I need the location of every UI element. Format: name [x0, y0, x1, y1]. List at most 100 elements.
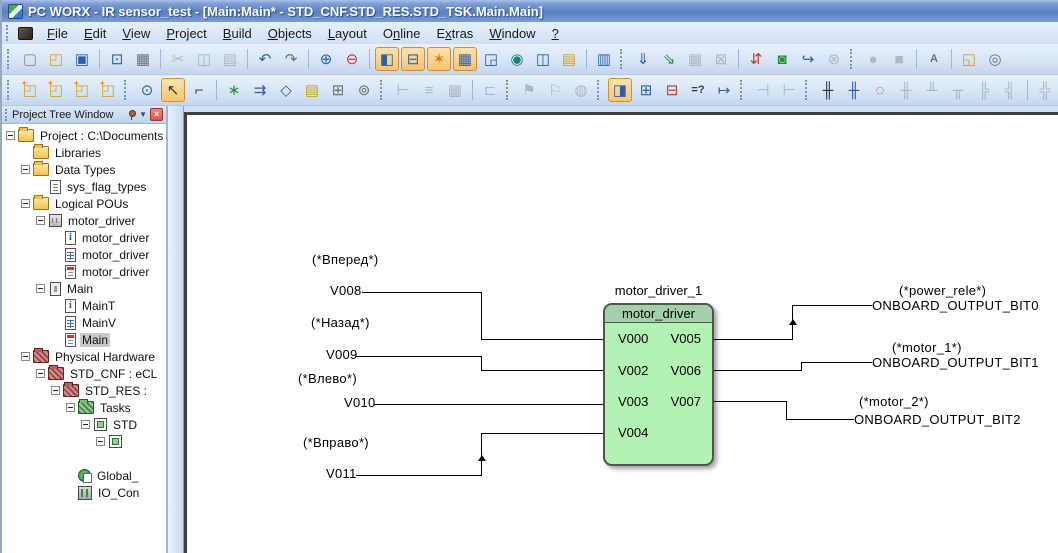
comment-tool-button[interactable]: ∗	[222, 78, 246, 102]
negate-tool-button[interactable]: ◇	[274, 78, 298, 102]
tree-item[interactable]: MainV	[2, 314, 166, 331]
project-control-button[interactable]: ◙	[770, 47, 794, 71]
tree-item[interactable]: MainT	[2, 297, 166, 314]
insert-label-left-button[interactable]: ⊣	[751, 78, 775, 102]
address-help-button[interactable]: =?	[686, 78, 710, 102]
select-tool-button[interactable]: ↖	[161, 78, 185, 102]
insert-label-right-button[interactable]: ⊢	[777, 78, 801, 102]
expand-collapse-toggle[interactable]	[66, 403, 75, 412]
add-variable-button[interactable]: ⊞	[326, 78, 350, 102]
tree-item[interactable]: Project : C:\Documents a	[2, 127, 166, 144]
fb-input-pin[interactable]: V003	[618, 394, 648, 409]
output-comment[interactable]: (*power_rele*)	[899, 283, 986, 298]
wire-segment[interactable]	[374, 404, 607, 405]
expand-collapse-toggle[interactable]	[36, 284, 45, 293]
cross-references-toggle[interactable]: ▦	[453, 47, 477, 71]
tree-item[interactable]: Main	[2, 280, 166, 297]
align-horizontal-button[interactable]: ⊢	[391, 78, 415, 102]
menu-item[interactable]: Edit	[76, 24, 114, 43]
contact-right-button[interactable]: ╣	[998, 78, 1022, 102]
output-comment[interactable]: (*motor_1*)	[892, 340, 962, 355]
insert-function-block-button[interactable]: ◰	[96, 78, 120, 102]
expand-collapse-toggle[interactable]	[81, 420, 90, 429]
redo-button[interactable]: ↷	[279, 47, 303, 71]
expand-collapse-toggle[interactable]	[36, 369, 45, 378]
toolbar-item[interactable]	[620, 49, 626, 69]
tree-item[interactable]	[2, 433, 166, 450]
fbd-worksheet-canvas[interactable]: (*Вперед*) V008 (*Назад*) V009 (*Влево*)…	[184, 112, 1058, 553]
page-layout-button[interactable]: ▤	[557, 47, 581, 71]
close-icon[interactable]: ×	[150, 108, 163, 121]
mdi-child-icon[interactable]	[18, 27, 33, 40]
watch-list-button[interactable]: ⊞	[634, 78, 658, 102]
coil-down-button[interactable]: ╥	[946, 78, 970, 102]
expand-collapse-toggle[interactable]	[51, 386, 60, 395]
reroute-button[interactable]: ⊏	[478, 78, 502, 102]
input-variable[interactable]: V008	[330, 283, 362, 298]
menu-item[interactable]: Build	[215, 24, 260, 43]
wire-segment[interactable]	[714, 370, 801, 371]
insert-coil-button[interactable]: ◌	[868, 78, 892, 102]
menu-item[interactable]: Online	[375, 24, 429, 43]
wire-segment[interactable]	[786, 401, 787, 420]
debug-select-button[interactable]: ↦	[712, 78, 736, 102]
title-bar[interactable]: PC WORX - IR sensor_test - [Main:Main* -…	[2, 0, 1058, 22]
wire-segment[interactable]	[714, 339, 792, 340]
menu-item[interactable]: Layout	[320, 24, 375, 43]
fb-input-pin[interactable]: V004	[618, 425, 648, 440]
tree-item[interactable]: STD	[2, 416, 166, 433]
tree-item[interactable]: Global_	[2, 467, 166, 484]
tree-item[interactable]: motor_driver	[2, 212, 166, 229]
dock-menu-icon[interactable]: ▼	[139, 111, 147, 119]
insert-pou-button[interactable]: ◰	[18, 78, 42, 102]
print-preview-button[interactable]: ⊡	[105, 47, 129, 71]
wire-segment[interactable]	[481, 433, 607, 434]
tree-item[interactable]: Data Types	[2, 161, 166, 178]
insert-network-button[interactable]: ╬	[1033, 78, 1057, 102]
toolbar-item[interactable]	[506, 80, 512, 100]
tree-scrollbar[interactable]	[167, 106, 184, 553]
edit-contact-button[interactable]: ╫	[816, 78, 840, 102]
expand-collapse-toggle[interactable]	[21, 352, 30, 361]
paste-button[interactable]: ▤	[218, 47, 242, 71]
output-variable[interactable]: ONBOARD_OUTPUT_BIT2	[854, 412, 1021, 427]
download-changes-button[interactable]: ↪	[796, 47, 820, 71]
expand-collapse-toggle[interactable]	[21, 165, 30, 174]
print-button[interactable]: ▦	[131, 47, 155, 71]
fb-input-pin[interactable]: V002	[618, 363, 648, 378]
tree-item[interactable]: IO_Con	[2, 484, 166, 501]
wire-segment[interactable]	[801, 362, 802, 371]
text-note-button[interactable]: ▤	[300, 78, 324, 102]
preview-window-button[interactable]: ◲	[479, 47, 503, 71]
wire-segment[interactable]	[481, 370, 607, 371]
function-block-motor-driver-1[interactable]: motor_driver_1 motor_driver V000 V002 V0…	[603, 283, 714, 466]
split-window-button[interactable]: ◫	[531, 47, 555, 71]
wire-segment[interactable]	[481, 339, 607, 340]
tree-item[interactable]: STD_RES :	[2, 382, 166, 399]
toolbar-item[interactable]	[99, 49, 100, 69]
input-variable[interactable]: V009	[326, 347, 358, 362]
input-comment[interactable]: (*Назад*)	[311, 315, 370, 330]
magnifier-tool-button[interactable]: ⊙	[135, 78, 159, 102]
wire-segment[interactable]	[714, 401, 786, 402]
rebuild-project-button[interactable]: ▦	[683, 47, 707, 71]
toolbar-item[interactable]	[586, 49, 587, 69]
download-button[interactable]: ⇵	[744, 47, 768, 71]
cancel-download-button[interactable]: ⊗	[822, 47, 846, 71]
toolbar-item[interactable]	[247, 49, 248, 69]
make-button[interactable]: ⇘	[657, 47, 681, 71]
expand-collapse-toggle[interactable]	[6, 131, 15, 140]
toolbar-item[interactable]	[850, 49, 856, 69]
wire-segment[interactable]	[356, 356, 482, 357]
zoom-in-button[interactable]: ⊕	[314, 47, 338, 71]
tree-item[interactable]: sys_flag_types	[2, 178, 166, 195]
menu-item[interactable]: Window	[481, 24, 543, 43]
wire-segment[interactable]	[356, 475, 482, 476]
toolbar-item[interactable]	[1027, 80, 1028, 100]
connect-variables-toggle[interactable]: ◨	[608, 78, 632, 102]
fb-input-pin[interactable]: V000	[618, 331, 648, 346]
debug-start-button[interactable]: ●	[861, 47, 885, 71]
expand-collapse-toggle[interactable]	[36, 216, 45, 225]
tree-item[interactable]: Tasks	[2, 399, 166, 416]
flag-clear-button[interactable]: ⚐	[543, 78, 567, 102]
